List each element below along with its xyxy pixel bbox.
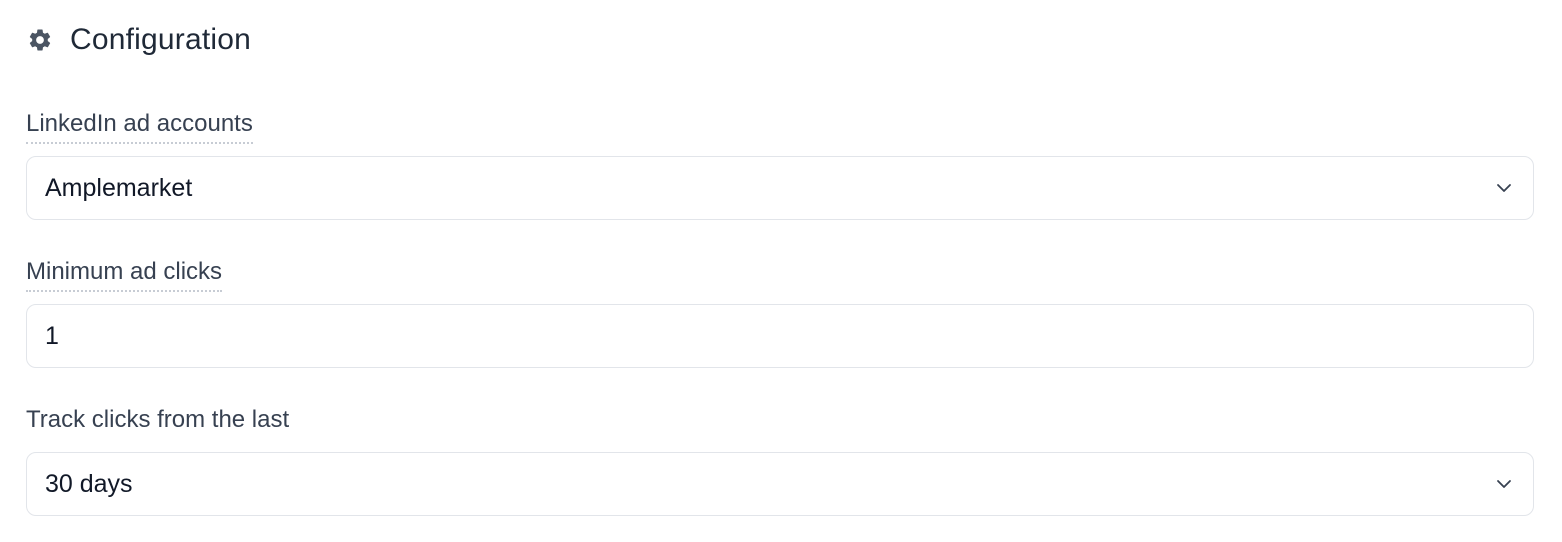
ad-accounts-select[interactable]: Amplemarket — [26, 156, 1534, 220]
track-window-select[interactable]: 30 days — [26, 452, 1534, 516]
min-clicks-value: 1 — [45, 321, 59, 350]
track-window-value: 30 days — [45, 469, 133, 498]
ad-accounts-label: LinkedIn ad accounts — [26, 108, 253, 144]
chevron-down-icon — [1493, 473, 1515, 495]
min-clicks-label: Minimum ad clicks — [26, 256, 223, 292]
ad-accounts-value: Amplemarket — [45, 173, 193, 202]
chevron-down-icon — [1493, 177, 1515, 199]
gear-icon — [26, 26, 54, 54]
min-clicks-input[interactable]: 1 — [26, 304, 1534, 368]
configuration-panel: Configuration LinkedIn ad accounts Ample… — [26, 0, 1534, 516]
track-window-label: Track clicks from the last — [26, 406, 290, 433]
page-title: Configuration — [70, 23, 252, 56]
section-header: Configuration — [26, 0, 1534, 80]
